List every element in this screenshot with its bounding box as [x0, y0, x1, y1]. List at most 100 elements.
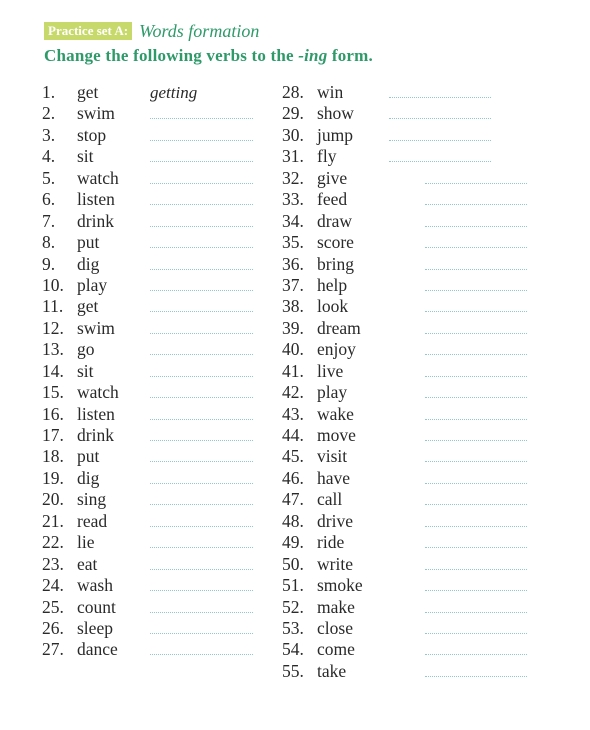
answer-blank[interactable] — [150, 299, 253, 313]
item-verb: sit — [77, 146, 94, 167]
exercise-item: 3. stop — [42, 125, 253, 146]
answer-blank[interactable] — [425, 385, 527, 399]
answer-blank[interactable] — [425, 578, 527, 592]
answer-blank[interactable] — [425, 557, 527, 570]
exercise-item: 16. listen — [42, 404, 253, 425]
answer-blank[interactable] — [425, 278, 527, 291]
item-verb: stop — [77, 124, 107, 145]
item-number: 3. — [42, 124, 56, 145]
answer-blank[interactable] — [150, 321, 253, 334]
answer-blank[interactable] — [150, 642, 253, 656]
item-number: 25. — [42, 596, 64, 617]
item-number: 45. — [282, 446, 304, 467]
item-verb: put — [77, 232, 100, 253]
item-verb: smoke — [317, 575, 363, 596]
answer-blank[interactable] — [425, 621, 527, 634]
item-verb: win — [317, 82, 344, 102]
item-verb: close — [317, 617, 353, 638]
answer-blank[interactable] — [425, 257, 527, 270]
answer-blank[interactable] — [425, 364, 527, 377]
answer-blank[interactable] — [150, 535, 253, 549]
answer-blank[interactable] — [150, 128, 253, 141]
item-verb: listen — [77, 403, 115, 424]
exercise-item: 14. sit — [42, 361, 253, 382]
item-number: 39. — [282, 317, 304, 338]
item-number: 26. — [42, 617, 64, 638]
answer-blank[interactable] — [425, 428, 527, 441]
exercise-item: 27. dance — [42, 639, 253, 660]
item-verb: get — [77, 296, 99, 317]
exercise-item: 20. sing — [42, 489, 253, 510]
item-verb: come — [317, 639, 355, 660]
answer-blank[interactable] — [150, 106, 253, 120]
item-verb: bring — [317, 253, 354, 274]
exercise-item: 35. score — [282, 232, 527, 253]
instruction-text: Change the following verbs to the -ing f… — [44, 46, 373, 66]
right-column: 28. win 29. show 30. jump 31. fly 32. give 33. feed… — [282, 82, 527, 682]
answer-blank[interactable] — [425, 664, 527, 677]
answer-blank[interactable] — [425, 471, 527, 484]
answer-blank[interactable] — [150, 407, 253, 420]
answer-blank[interactable] — [425, 235, 527, 249]
item-number: 38. — [282, 296, 304, 317]
item-verb: drink — [77, 425, 114, 445]
answer-blank[interactable] — [150, 278, 253, 291]
answer-blank[interactable] — [150, 385, 253, 399]
item-number: 13. — [42, 339, 64, 360]
exercise-item: 25. count — [42, 597, 253, 618]
exercise-item: 18. put — [42, 446, 253, 467]
answer-blank[interactable] — [425, 600, 527, 613]
answer-blank[interactable] — [425, 171, 527, 184]
answer-blank[interactable] — [389, 149, 491, 163]
answer-blank[interactable] — [150, 449, 253, 463]
answer-blank[interactable] — [425, 214, 527, 227]
answer-blank[interactable] — [150, 149, 253, 163]
item-number: 1. — [42, 82, 56, 102]
item-verb: dream — [317, 317, 361, 338]
answer-blank[interactable] — [150, 621, 253, 634]
answer-blank[interactable] — [425, 299, 527, 313]
item-number: 48. — [282, 510, 304, 531]
answer-blank[interactable] — [150, 257, 253, 270]
answer-blank[interactable] — [150, 342, 253, 356]
answer-blank[interactable] — [425, 449, 527, 463]
exercise-item: 45. visit — [282, 446, 527, 467]
exercise-item: 41. live — [282, 361, 527, 382]
answer-blank[interactable] — [150, 514, 253, 527]
answer-blank[interactable] — [425, 407, 527, 420]
answer-blank[interactable] — [425, 192, 527, 206]
answer-blank[interactable] — [389, 106, 491, 120]
item-number: 42. — [282, 382, 304, 403]
exercise-item: 8. put — [42, 232, 253, 253]
answer-blank[interactable] — [150, 492, 253, 506]
answer-blank[interactable]: getting — [150, 82, 253, 103]
answer-blank[interactable] — [425, 514, 527, 527]
answer-blank[interactable] — [150, 557, 253, 570]
item-number: 12. — [42, 317, 64, 338]
item-verb: watch — [77, 382, 119, 403]
answer-blank[interactable] — [150, 364, 253, 377]
answer-blank[interactable] — [389, 128, 491, 141]
item-verb: sing — [77, 489, 107, 510]
item-verb: drive — [317, 510, 353, 531]
answer-blank[interactable] — [425, 321, 527, 334]
exercise-item: 37. help — [282, 275, 527, 296]
answer-blank[interactable] — [150, 235, 253, 249]
answer-blank[interactable] — [425, 535, 527, 549]
answer-blank[interactable] — [425, 642, 527, 656]
answer-blank[interactable] — [150, 471, 253, 484]
answer-blank[interactable] — [425, 492, 527, 506]
item-verb: draw — [317, 210, 352, 231]
item-verb: look — [317, 296, 349, 317]
item-verb: take — [317, 660, 347, 681]
answer-blank[interactable] — [150, 192, 253, 206]
answer-blank[interactable] — [150, 600, 253, 613]
answer-blank[interactable] — [150, 214, 253, 227]
answer-blank[interactable] — [425, 342, 527, 356]
answer-blank[interactable] — [150, 171, 253, 184]
answer-blank[interactable] — [150, 428, 253, 441]
item-verb: give — [317, 167, 348, 188]
item-number: 22. — [42, 532, 64, 553]
answer-blank[interactable] — [150, 578, 253, 592]
answer-blank[interactable] — [389, 85, 491, 98]
